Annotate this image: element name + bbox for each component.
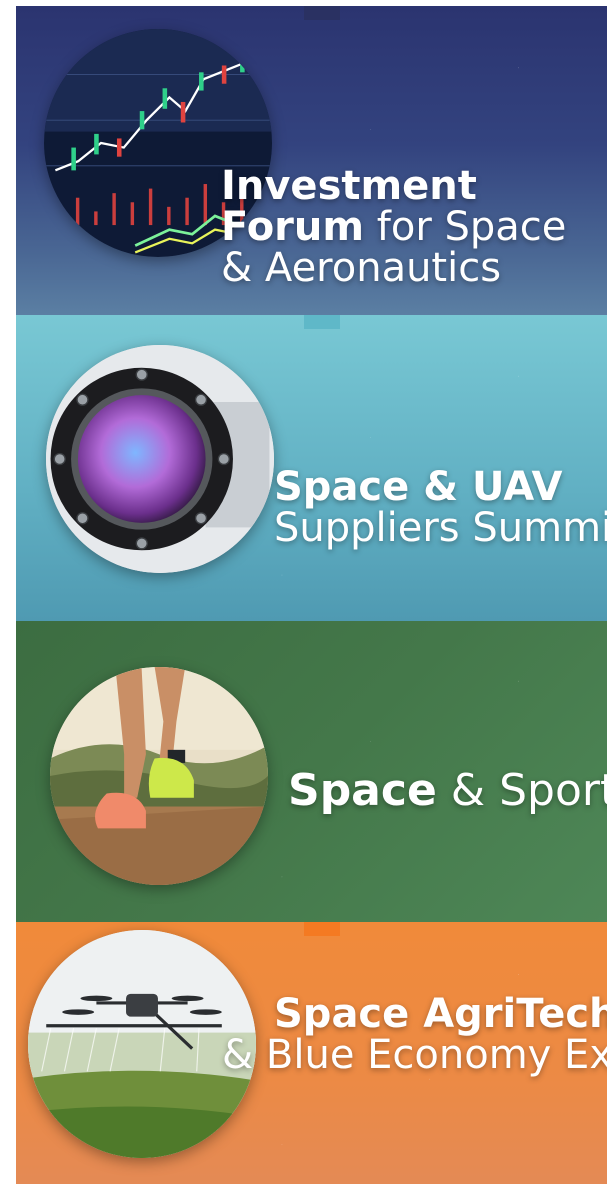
top-tab-marker (304, 922, 340, 936)
title-bold-text: Space & UAV (274, 464, 563, 510)
space-uav-banner[interactable]: Space & UAV Suppliers Summit (16, 315, 607, 621)
title-light-text: & Aeronautics (221, 244, 502, 291)
title-light-text: for Space (364, 203, 567, 250)
title-line: Space AgriTech (222, 994, 607, 1035)
title-line: & Blue Economy Expo (222, 1031, 607, 1078)
title-bold-text: Forum (221, 203, 365, 250)
title-line: Investment (221, 166, 566, 207)
event-banner-list: Investment Forum for Space & Aeronautics (16, 6, 607, 1184)
title-line: Space & UAV (274, 467, 607, 508)
investment-forum-title: Investment Forum for Space & Aeronautics (221, 166, 566, 288)
title-line: Space & Sport (288, 768, 607, 814)
title-line: Forum for Space (221, 203, 567, 250)
space-uav-title: Space & UAV Suppliers Summit (274, 467, 607, 549)
title-light-text: Suppliers Summit (274, 504, 607, 551)
space-agritech-banner[interactable]: Space AgriTech & Blue Economy Expo (16, 922, 607, 1184)
title-bold-text: Space (288, 765, 437, 816)
title-bold-text: Investment (221, 163, 477, 209)
space-sport-title: Space & Sport (288, 768, 607, 814)
title-light-text: & Sport (436, 765, 607, 816)
top-tab-marker (304, 6, 340, 20)
title-bold-text: Space AgriTech (274, 991, 607, 1037)
optical-lens-image (46, 345, 274, 573)
space-sport-banner[interactable]: Space & Sport (16, 621, 607, 922)
title-line: Suppliers Summit (274, 504, 607, 551)
title-light-text: & Blue Economy Expo (222, 1031, 607, 1078)
runner-image (50, 667, 268, 885)
top-tab-marker (304, 315, 340, 329)
investment-forum-banner[interactable]: Investment Forum for Space & Aeronautics (16, 6, 607, 315)
space-agritech-title: Space AgriTech & Blue Economy Expo (222, 994, 607, 1076)
title-line: & Aeronautics (221, 244, 566, 291)
